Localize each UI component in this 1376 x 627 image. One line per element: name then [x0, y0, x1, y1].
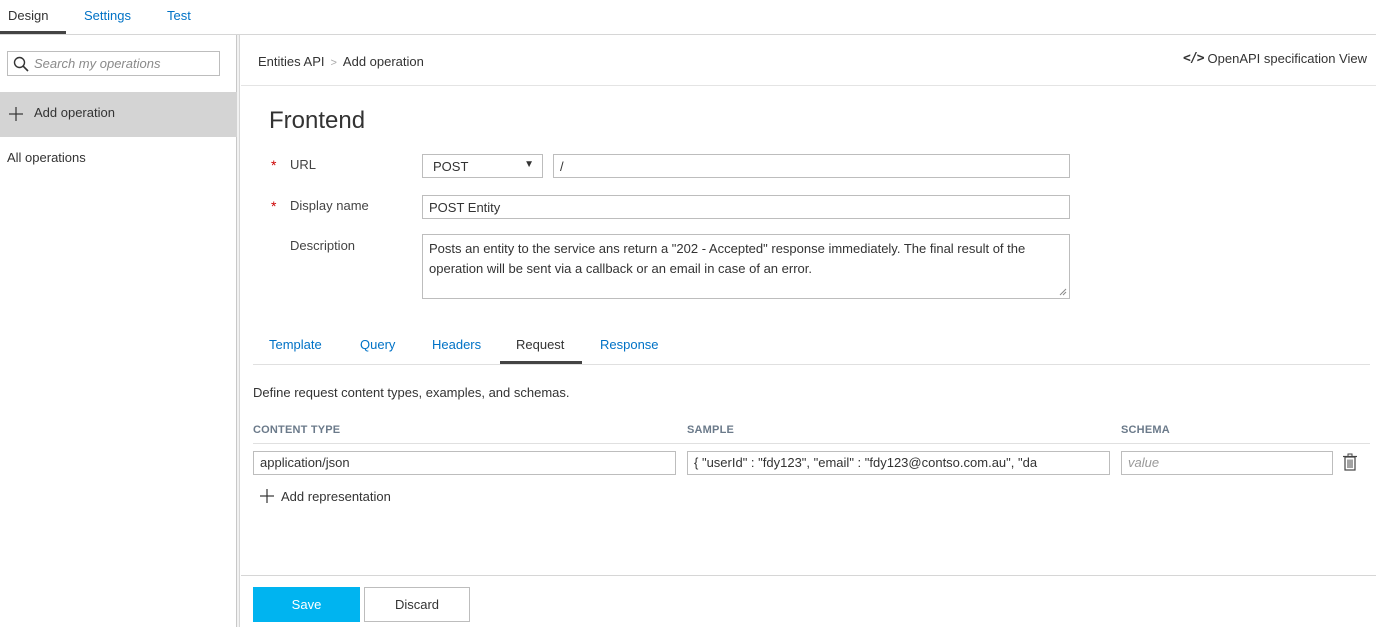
save-button[interactable]: Save — [253, 587, 360, 622]
add-operation-button[interactable]: Add operation — [0, 92, 237, 137]
tab-design[interactable]: Design — [8, 8, 48, 23]
url-template-input[interactable] — [553, 154, 1070, 178]
method-value: POST — [433, 159, 469, 174]
main-panel: Entities API > Add operation </> OpenAPI s… — [241, 35, 1376, 627]
openapi-label: OpenAPI specification View — [1207, 51, 1367, 66]
url-label: URL — [290, 157, 317, 172]
page-title: Frontend — [269, 107, 366, 134]
discard-button[interactable]: Discard — [364, 587, 470, 622]
breadcrumb-separator: > — [330, 57, 337, 69]
footer-divider — [241, 575, 1376, 576]
chevron-down-icon: ▼ — [524, 159, 534, 170]
table-header-divider — [253, 443, 1370, 444]
tab-template[interactable]: Template — [269, 337, 322, 352]
column-header-schema: SCHEMA — [1121, 424, 1170, 436]
search-box[interactable] — [7, 51, 220, 76]
tab-headers[interactable]: Headers — [432, 337, 481, 352]
top-tab-bar: Design Settings Test — [0, 0, 1376, 35]
required-marker: * — [271, 157, 277, 173]
sample-input[interactable]: { "userId" : "fdy123", "email" : "fdy123… — [687, 451, 1110, 475]
operations-sidebar: Add operation All operations — [0, 35, 237, 627]
all-operations-item[interactable]: All operations — [7, 150, 86, 165]
tab-test[interactable]: Test — [167, 8, 191, 23]
search-icon — [13, 56, 29, 72]
tab-settings[interactable]: Settings — [84, 8, 131, 23]
required-marker: * — [271, 198, 277, 214]
sidebar-splitter[interactable] — [237, 35, 240, 627]
content-type-input[interactable]: application/json — [253, 451, 676, 475]
plus-icon — [9, 107, 23, 121]
plus-icon — [260, 489, 274, 503]
column-header-content-type: CONTENT TYPE — [253, 424, 341, 436]
tab-request[interactable]: Request — [516, 337, 564, 352]
column-header-sample: SAMPLE — [687, 424, 735, 436]
request-intro-text: Define request content types, examples, … — [253, 385, 570, 400]
openapi-view-link[interactable]: </> OpenAPI specification View — [1183, 51, 1367, 66]
add-operation-label: Add operation — [34, 105, 115, 120]
search-input[interactable] — [34, 54, 216, 73]
breadcrumb-root[interactable]: Entities API — [258, 54, 324, 69]
method-dropdown[interactable]: POST ▼ — [422, 154, 543, 178]
operation-tab-bar: Template Query Headers Request Response — [253, 326, 1370, 365]
tab-query[interactable]: Query — [360, 337, 395, 352]
trash-icon[interactable] — [1342, 453, 1358, 471]
resize-grip-icon[interactable] — [1059, 288, 1067, 296]
active-tab-indicator — [0, 31, 66, 34]
breadcrumb-current: Add operation — [342, 54, 424, 69]
display-name-input[interactable] — [422, 195, 1070, 219]
active-tab-indicator — [500, 361, 582, 364]
description-text: Posts an entity to the service ans retur… — [429, 241, 1026, 276]
code-icon: </> — [1183, 51, 1205, 66]
breadcrumb: Entities API > Add operation — [258, 54, 424, 69]
add-representation-label: Add representation — [281, 488, 391, 504]
add-representation-button[interactable]: Add representation — [259, 488, 391, 504]
description-textarea[interactable]: Posts an entity to the service ans retur… — [422, 234, 1070, 299]
header-divider — [241, 85, 1376, 86]
schema-input[interactable]: value — [1121, 451, 1333, 475]
description-label: Description — [290, 238, 356, 253]
tab-response[interactable]: Response — [600, 337, 659, 352]
display-name-label: Display name — [290, 198, 369, 213]
